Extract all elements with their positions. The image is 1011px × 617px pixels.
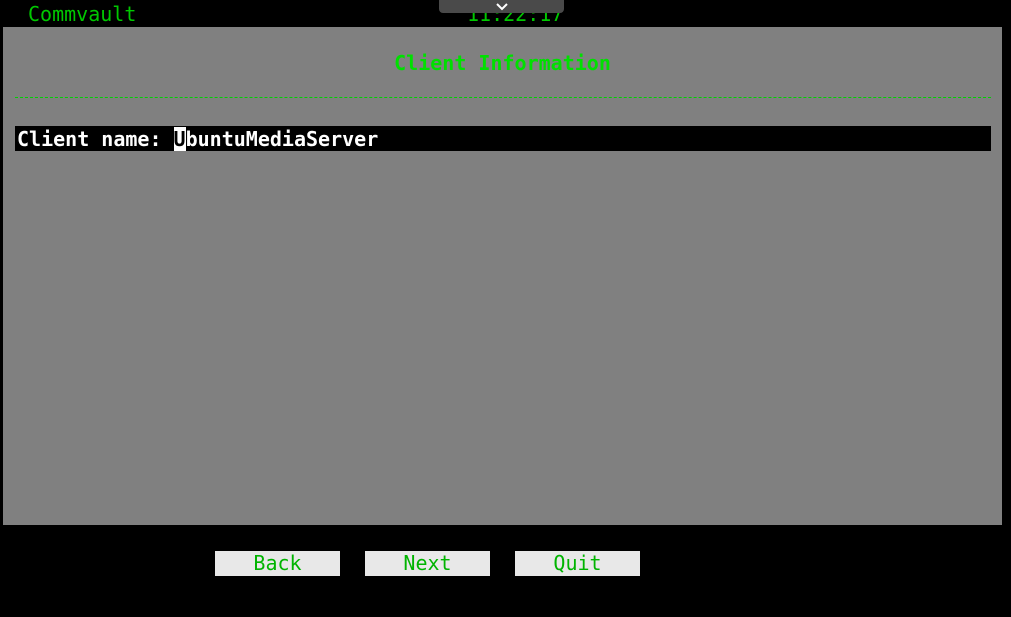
client-name-label: Client name: (17, 126, 174, 151)
text-cursor: U (173, 126, 186, 151)
client-name-field[interactable]: Client name: UbuntuMediaServer (15, 126, 991, 151)
collapse-toolbar-tab[interactable] (439, 0, 564, 13)
panel-title: Client Information (394, 51, 611, 75)
separator-line (15, 97, 991, 98)
client-name-input[interactable]: UbuntuMediaServer (173, 126, 379, 151)
app-title: Commvault (28, 2, 137, 26)
terminal-screen: Commvault 11:22:17 Client Information Cl… (0, 0, 1011, 617)
next-button[interactable]: Next (365, 551, 490, 576)
chevron-down-icon (495, 3, 508, 11)
client-name-value: buntuMediaServer (185, 126, 379, 151)
quit-button[interactable]: Quit (515, 551, 640, 576)
client-information-panel: Client Information Client name: UbuntuMe… (3, 27, 1002, 525)
back-button[interactable]: Back (215, 551, 340, 576)
